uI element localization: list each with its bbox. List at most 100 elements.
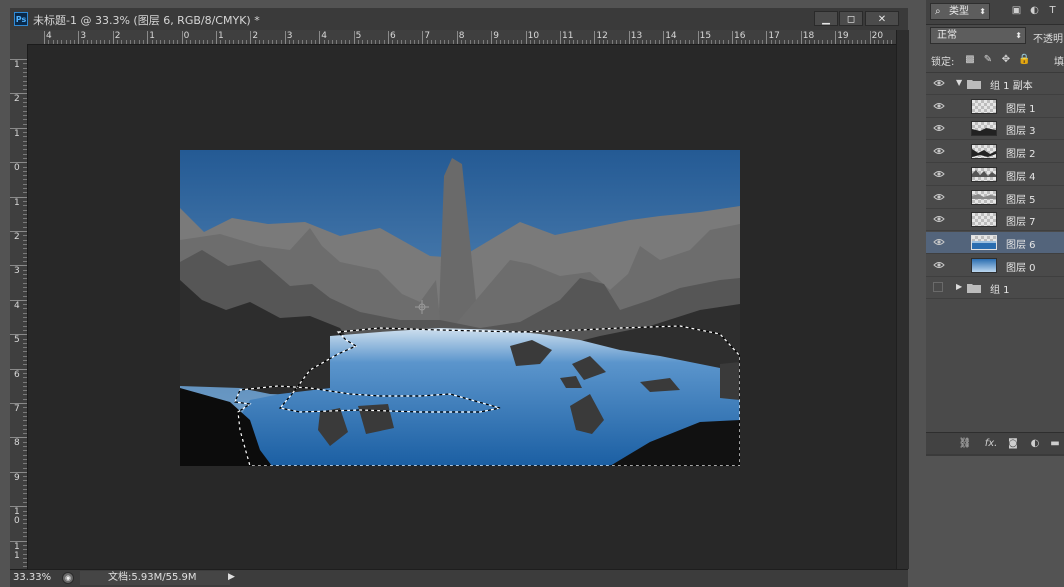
filter-adjustment-icon[interactable]: ◐ [1028,5,1041,17]
folder-icon [967,283,981,294]
ruler-minor-tick [23,312,27,314]
layer-thumbnail[interactable] [971,257,997,273]
lock-all-icon[interactable]: 🔒 [1018,54,1030,66]
visibility-off-box[interactable] [933,282,943,293]
eye-icon[interactable] [933,146,945,156]
filter-pixel-icon[interactable]: ▣ [1010,5,1023,17]
layer-name[interactable]: 图层 6 [1006,236,1036,251]
document-size[interactable]: 文档:5.93M/55.9M [80,571,230,585]
layer-name[interactable]: 组 1 [990,281,1010,296]
ruler-minor-tick [23,342,27,344]
layer-thumbnail[interactable] [971,166,997,182]
vertical-ruler[interactable]: 12101234567891 01 1 [10,44,28,569]
proof-icon[interactable]: ◉ [62,572,74,584]
eye-icon[interactable] [933,123,945,133]
vertical-scrollbar[interactable] [896,30,909,569]
ruler-label: 2 [14,232,20,242]
layer-row[interactable]: 图层 7 [926,209,1064,232]
adjustment-icon[interactable]: ◐ [1028,437,1042,451]
layer-name[interactable]: 图层 5 [1006,191,1036,206]
layer-name[interactable]: 组 1 副本 [990,77,1033,92]
layer-name[interactable]: 图层 0 [1006,259,1036,274]
layer-name[interactable]: 图层 3 [1006,122,1036,137]
ruler-minor-tick [23,441,27,443]
ruler-minor-tick [306,40,308,44]
collapse-arrow-icon[interactable]: ▶ [956,282,962,291]
blend-row: 正常 ⬍ 不透明 [926,25,1064,47]
maximize-button[interactable]: ◻ [839,11,863,26]
document-title-bar[interactable]: Ps 未标题-1 @ 33.3% (图层 6, RGB/8/CMYK) * ▁ … [10,8,908,31]
ruler-minor-tick [271,40,273,44]
ruler-minor-tick [23,463,27,465]
eye-icon[interactable] [933,101,945,111]
ruler-minor-tick [710,40,712,44]
status-menu-arrow-icon[interactable]: ▶ [228,572,235,582]
ruler-minor-tick [340,40,342,44]
mask-icon[interactable]: ◙ [1006,437,1020,451]
eye-icon[interactable] [933,260,945,270]
filter-type-icon[interactable]: T [1046,5,1059,17]
layer-group-row[interactable]: ▶ 组 1 [926,277,1064,300]
lock-transparency-icon[interactable]: ▩ [964,54,976,66]
layer-name[interactable]: 图层 1 [1006,100,1036,115]
minimize-button[interactable]: ▁ [814,11,838,26]
ruler-minor-tick [23,549,27,551]
layer-thumbnail[interactable] [971,234,997,250]
ruler-minor-tick [23,407,27,409]
expand-arrow-icon[interactable]: ▼ [956,78,962,87]
close-button[interactable]: ✕ [865,11,899,26]
layer-row[interactable]: 图层 3 [926,118,1064,141]
ruler-minor-tick [792,40,794,44]
fill-label[interactable]: 填 [1054,53,1064,68]
ruler-minor-tick [349,40,351,44]
ruler-minor-tick [23,338,27,340]
eye-icon[interactable] [933,78,945,88]
eye-icon[interactable] [933,237,945,247]
layer-name[interactable]: 图层 2 [1006,145,1036,160]
eye-icon[interactable] [933,214,945,224]
layer-row[interactable]: 图层 1 [926,95,1064,118]
ruler-minor-tick [23,519,27,521]
layer-row[interactable]: 图层 0 [926,254,1064,277]
layer-group-row[interactable]: ▼ 组 1 副本 [926,73,1064,95]
ruler-minor-tick [173,40,174,44]
ruler-minor-tick [654,40,656,44]
layer-name[interactable]: 图层 7 [1006,213,1036,228]
search-icon: ⌕ [935,6,941,17]
layer-thumbnail[interactable] [971,121,997,137]
folder-icon[interactable]: ▬ [1048,437,1062,451]
layer-row[interactable]: 图层 2 [926,141,1064,164]
canvas-area[interactable] [28,45,896,569]
lock-position-move-icon[interactable]: ✥ [1000,54,1012,66]
layer-name[interactable]: 图层 4 [1006,168,1036,183]
ruler-label: 1 [14,197,20,208]
ruler-minor-tick [23,433,27,435]
layer-thumbnail[interactable] [971,189,997,205]
ruler-minor-tick [23,514,27,516]
layer-thumbnail[interactable] [971,98,997,114]
ruler-minor-tick [23,76,27,78]
ruler-tick [78,31,80,44]
eye-icon[interactable] [933,169,945,179]
panel-resize-grip[interactable] [926,454,1064,456]
opacity-label[interactable]: 不透明 [1033,30,1063,45]
fx-icon[interactable]: fx. [980,437,1002,451]
layer-thumbnail[interactable] [971,212,997,228]
ruler-label: 7 [14,404,20,414]
ruler-minor-tick [104,40,106,44]
layer-row[interactable]: 图层 5 [926,186,1064,209]
ruler-minor-tick [370,40,372,44]
lock-pixels-brush-icon[interactable]: ✎ [982,54,994,66]
layer-row[interactable]: 图层 4 [926,163,1064,186]
filter-kind-select[interactable]: ⌕ 类型 ⬍ [930,3,990,20]
eye-icon[interactable] [933,192,945,202]
layer-row[interactable]: 图层 6 [926,231,1064,254]
horizontal-ruler[interactable]: 4 3 2 1 0 1 2 3 4 5 6 7 8 9 10 11 12 13 14 15 16 17 18 19 20 [10,30,896,45]
ruler-minor-tick [23,261,27,263]
artwork-canvas[interactable] [180,150,740,466]
link-icon[interactable]: ⛓ [958,437,972,451]
layer-thumbnail[interactable] [971,144,997,160]
blend-mode-select[interactable]: 正常 ⬍ [930,27,1026,44]
ruler-minor-tick [297,40,299,44]
zoom-level[interactable]: 33.33% [13,572,51,583]
